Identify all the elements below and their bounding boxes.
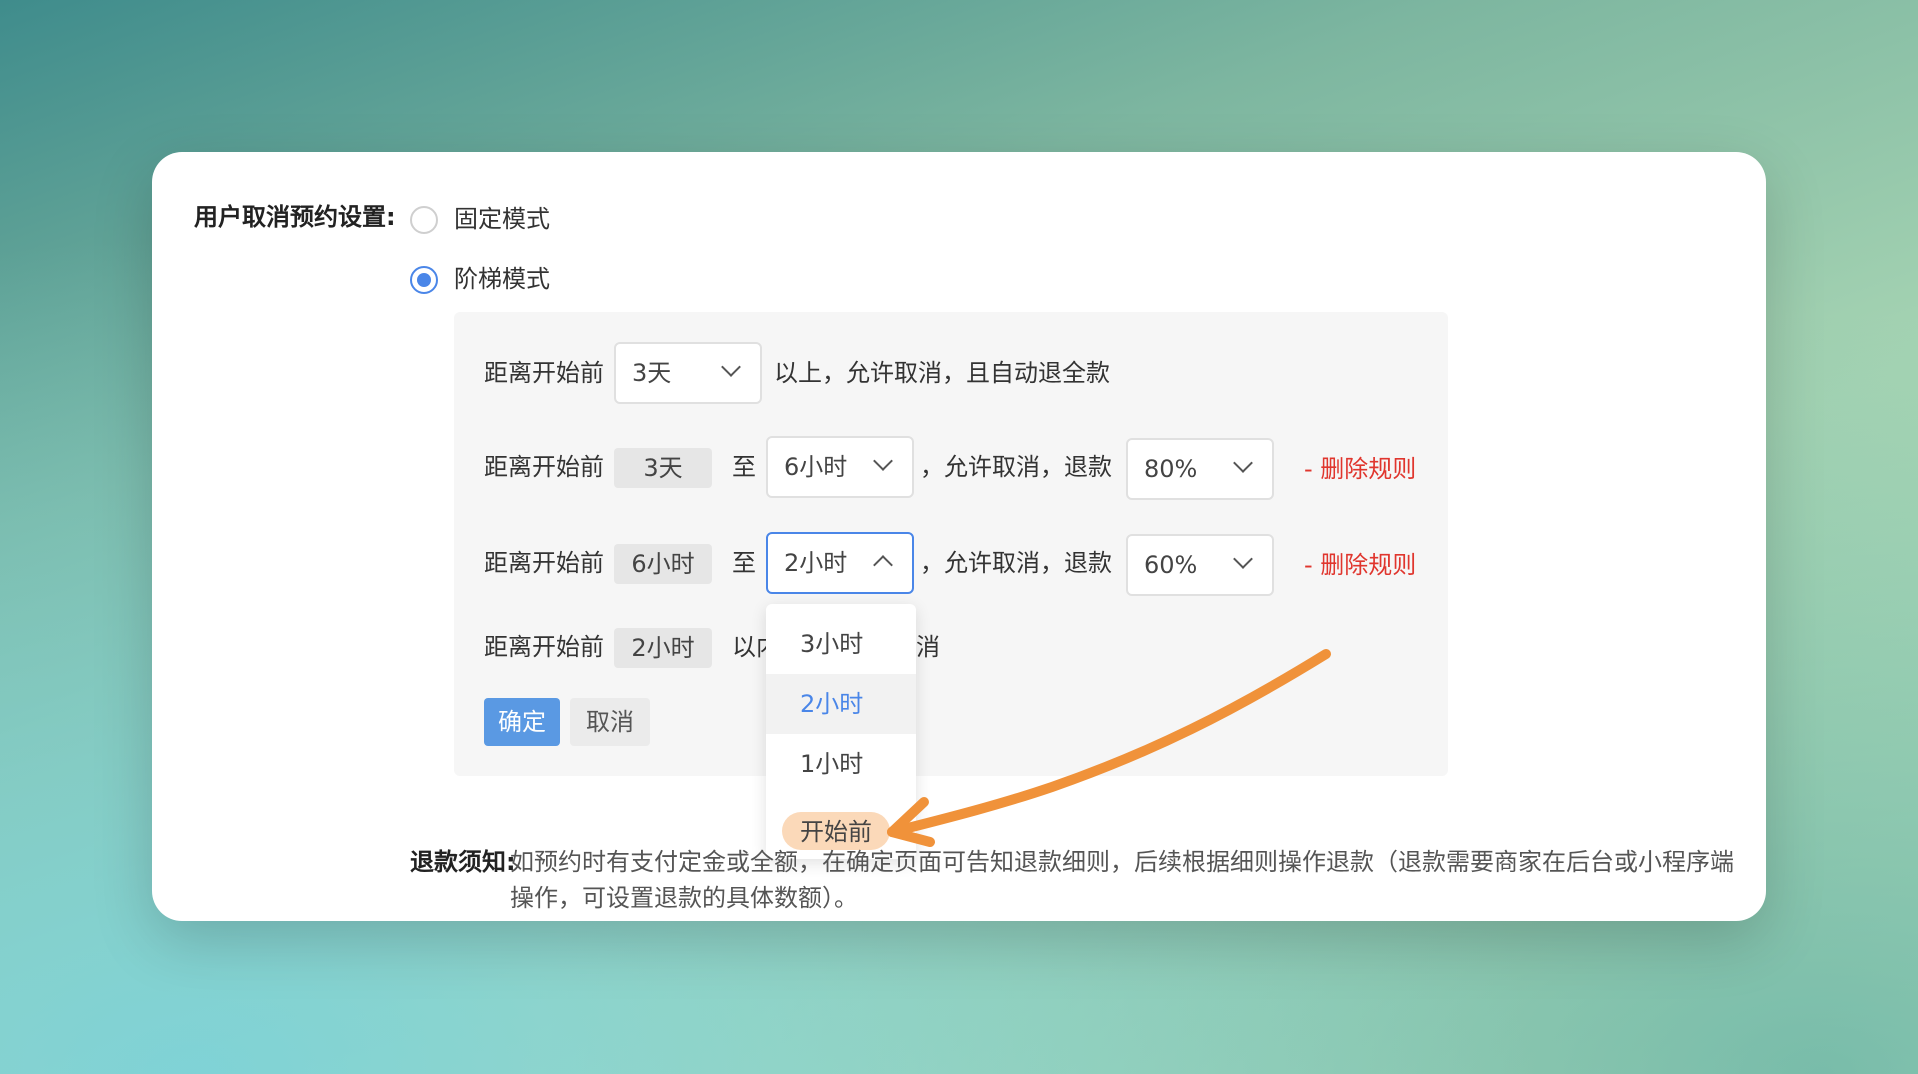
radio-tiered-mode[interactable]	[410, 266, 438, 294]
chevron-down-icon	[1233, 549, 1253, 569]
rule1-prefix: 距离开始前	[484, 359, 604, 387]
rule2-prefix: 距离开始前	[484, 453, 604, 481]
settings-card: 用户取消预约设置: 固定模式 阶梯模式 距离开始前 3天 以上，允许取消，且自动…	[152, 152, 1766, 921]
radio-fixed-mode[interactable]	[410, 206, 438, 234]
time-dropdown-menu: 3小时 2小时 1小时 开始前	[766, 604, 916, 859]
chevron-down-icon	[1233, 453, 1253, 473]
rule2-to-value: 6小时	[784, 453, 848, 481]
rule1-days-select[interactable]: 3天	[614, 342, 762, 404]
dropdown-option-selected[interactable]: 2小时	[766, 674, 916, 734]
radio-tiered-label: 阶梯模式	[454, 265, 550, 293]
rule2-delete-link[interactable]: - 删除规则	[1304, 452, 1416, 486]
rule1-days-value: 3天	[632, 359, 672, 387]
section-label: 用户取消预约设置:	[194, 203, 396, 231]
rule3-from-tag: 6小时	[614, 544, 712, 584]
refund-notice: 退款须知: 如预约时有支付定金或全额，在确定页面可告知退款细则，后续根据细则操作…	[410, 844, 1750, 912]
rule2-refund-value: 80%	[1144, 455, 1198, 483]
rule3-delete-link[interactable]: - 删除规则	[1304, 548, 1416, 582]
rule3-refund-select[interactable]: 60%	[1126, 534, 1274, 596]
cancel-button[interactable]: 取消	[570, 698, 650, 746]
rule2-from-tag: 3天	[614, 448, 712, 488]
dropdown-option[interactable]: 3小时	[766, 614, 916, 674]
rule3-prefix: 距离开始前	[484, 549, 604, 577]
rule1-suffix: 以上，允许取消，且自动退全款	[774, 359, 1110, 387]
rule4-from-tag: 2小时	[614, 628, 712, 668]
notice-text: 如预约时有支付定金或全额，在确定页面可告知退款细则，后续根据细则操作退款（退款需…	[510, 848, 1734, 912]
rule2-refund-select[interactable]: 80%	[1126, 438, 1274, 500]
chevron-down-icon	[873, 451, 893, 471]
chevron-down-icon	[721, 357, 741, 377]
rule3-mid: ，允许取消，退款	[920, 549, 1112, 577]
rule2-mid: ，允许取消，退款	[920, 453, 1112, 481]
confirm-button[interactable]: 确定	[484, 698, 560, 746]
rule3-to-word: 至	[732, 549, 756, 577]
chevron-up-icon	[873, 555, 893, 575]
notice-label: 退款须知:	[410, 848, 516, 876]
rule3-to-select[interactable]: 2小时	[766, 532, 914, 594]
rule2-to-select[interactable]: 6小时	[766, 436, 914, 498]
rule3-refund-value: 60%	[1144, 551, 1198, 579]
rule3-to-value: 2小时	[784, 549, 848, 577]
rule2-to-word: 至	[732, 453, 756, 481]
radio-fixed-label: 固定模式	[454, 205, 550, 233]
dropdown-option[interactable]: 1小时	[766, 734, 916, 794]
rule4-prefix: 距离开始前	[484, 633, 604, 661]
rule4-suffix-end: 消	[916, 633, 940, 661]
